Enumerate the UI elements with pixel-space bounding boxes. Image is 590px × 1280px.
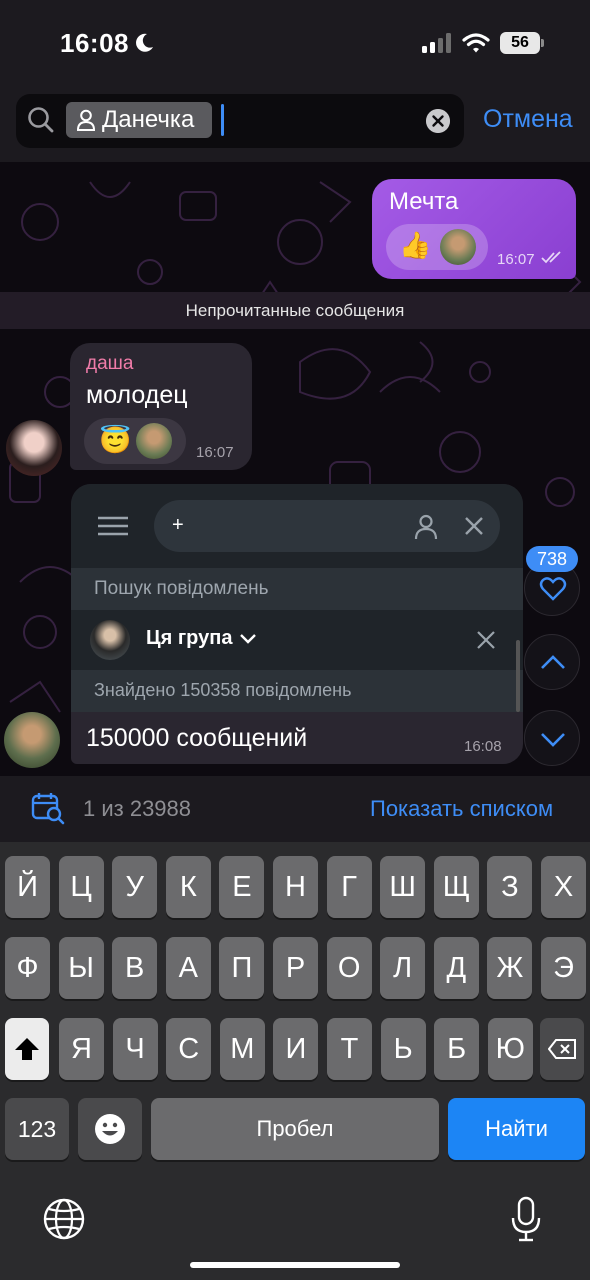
embedded-group-label: Ця група <box>146 627 233 649</box>
letter-key[interactable]: Ф <box>5 937 50 999</box>
letter-key[interactable]: С <box>166 1018 212 1080</box>
chevron-down-icon <box>541 733 565 747</box>
letter-key[interactable]: Х <box>541 856 586 918</box>
globe-icon[interactable] <box>43 1198 85 1240</box>
letter-key[interactable]: О <box>326 937 372 999</box>
sender-avatar[interactable] <box>4 712 60 768</box>
close-icon <box>477 631 495 649</box>
outgoing-message-time: 16:07 <box>497 251 535 268</box>
letter-key[interactable]: К <box>165 856 211 918</box>
image-caption: 150000 сообщений <box>86 724 308 752</box>
moon-icon <box>136 33 153 52</box>
letter-key[interactable]: Ч <box>112 1018 158 1080</box>
angel-reaction: 😇 <box>99 425 132 455</box>
numbers-key[interactable]: 123 <box>5 1098 69 1160</box>
group-avatar <box>90 620 130 660</box>
previous-result-button[interactable] <box>524 634 580 690</box>
letter-key[interactable]: П <box>219 937 265 999</box>
letter-key[interactable]: Й <box>5 856 50 918</box>
letter-key[interactable]: Ю <box>487 1018 533 1080</box>
embedded-found-label: Знайдено 150358 повідомлень <box>94 680 352 700</box>
incoming-message-time: 16:07 <box>196 444 234 461</box>
next-result-button[interactable] <box>524 710 580 766</box>
sender-name[interactable]: даша <box>86 353 133 375</box>
status-time: 16:08 <box>60 28 129 58</box>
letter-key[interactable]: Щ <box>433 856 479 918</box>
text-caret <box>221 104 224 136</box>
calendar-search-icon[interactable] <box>31 791 65 825</box>
keyboard: ЙЦУКЕНГШЩЗХ ФЫВАПРОЛДЖЭ ЯЧСМИТЬБЮ 123 Пр… <box>0 842 590 1280</box>
person-icon <box>76 109 96 131</box>
letter-key[interactable]: Я <box>59 1018 104 1080</box>
battery-tip <box>541 39 544 47</box>
letter-key[interactable]: Э <box>541 937 586 999</box>
results-counter: 1 из 23988 <box>83 796 192 821</box>
backspace-key[interactable] <box>540 1018 584 1080</box>
chevron-down-icon <box>240 634 256 644</box>
thumbs-up-reaction: 👍 <box>399 230 432 260</box>
chevron-up-icon <box>541 655 565 669</box>
person-icon <box>414 514 438 540</box>
home-indicator <box>190 1262 400 1268</box>
letter-key[interactable]: Ж <box>487 937 533 999</box>
letter-key[interactable]: Ц <box>58 856 104 918</box>
heart-icon <box>539 577 567 601</box>
embedded-search-text: + <box>172 514 184 536</box>
letter-key[interactable]: Н <box>273 856 318 918</box>
show-as-list-button[interactable]: Показать списком <box>370 796 553 822</box>
close-icon <box>465 517 483 535</box>
microphone-icon[interactable] <box>511 1196 541 1242</box>
letter-key[interactable]: Г <box>326 856 372 918</box>
embedded-scrollbar <box>516 640 520 712</box>
unread-messages-divider: Непрочитанные сообщения <box>0 292 590 329</box>
reactor-avatar <box>440 229 476 265</box>
embedded-search-field <box>154 500 500 552</box>
search-chip-label: Данечка <box>102 106 195 133</box>
letter-key[interactable]: Ь <box>380 1018 426 1080</box>
shift-key[interactable] <box>5 1018 49 1080</box>
image-message-time: 16:08 <box>464 738 502 755</box>
letter-key[interactable]: М <box>219 1018 265 1080</box>
letter-key[interactable]: А <box>165 937 211 999</box>
menu-icon <box>98 516 128 536</box>
incoming-message-text: молодец <box>86 381 188 409</box>
letter-key[interactable]: Л <box>380 937 426 999</box>
embedded-group-row <box>71 610 523 670</box>
letter-key[interactable]: У <box>112 856 158 918</box>
embedded-search-label: Пошук повідомлень <box>94 578 269 599</box>
letter-key[interactable]: Т <box>327 1018 372 1080</box>
search-filter-chip[interactable]: Данечка <box>66 102 212 138</box>
emoji-key[interactable] <box>78 1098 142 1160</box>
outgoing-message-text: Мечта <box>389 188 459 215</box>
search-icon <box>28 107 54 133</box>
backspace-icon <box>547 1039 576 1059</box>
reaction-count-badge: 738 <box>526 546 578 572</box>
read-checkmarks-icon <box>541 251 561 264</box>
letter-key[interactable]: Р <box>273 937 318 999</box>
cancel-button[interactable]: Отмена <box>483 105 573 134</box>
battery-indicator: 56 <box>500 32 540 54</box>
space-key[interactable]: Пробел <box>151 1098 439 1160</box>
letter-key[interactable]: З <box>487 856 533 918</box>
letter-key[interactable]: И <box>273 1018 319 1080</box>
shift-icon <box>15 1038 39 1060</box>
letter-key[interactable]: В <box>112 937 158 999</box>
signal-icon <box>422 33 451 53</box>
sender-avatar[interactable] <box>6 420 62 476</box>
letter-key[interactable]: Ы <box>58 937 104 999</box>
letter-key[interactable]: Б <box>434 1018 480 1080</box>
search-key[interactable]: Найти <box>448 1098 585 1160</box>
letter-key[interactable]: Ш <box>380 856 426 918</box>
wifi-icon <box>462 33 490 53</box>
reactor-avatar <box>136 423 172 459</box>
letter-key[interactable]: Д <box>433 937 479 999</box>
letter-key[interactable]: Е <box>219 856 265 918</box>
emoji-icon <box>95 1114 125 1144</box>
clear-search-icon[interactable] <box>426 109 450 133</box>
